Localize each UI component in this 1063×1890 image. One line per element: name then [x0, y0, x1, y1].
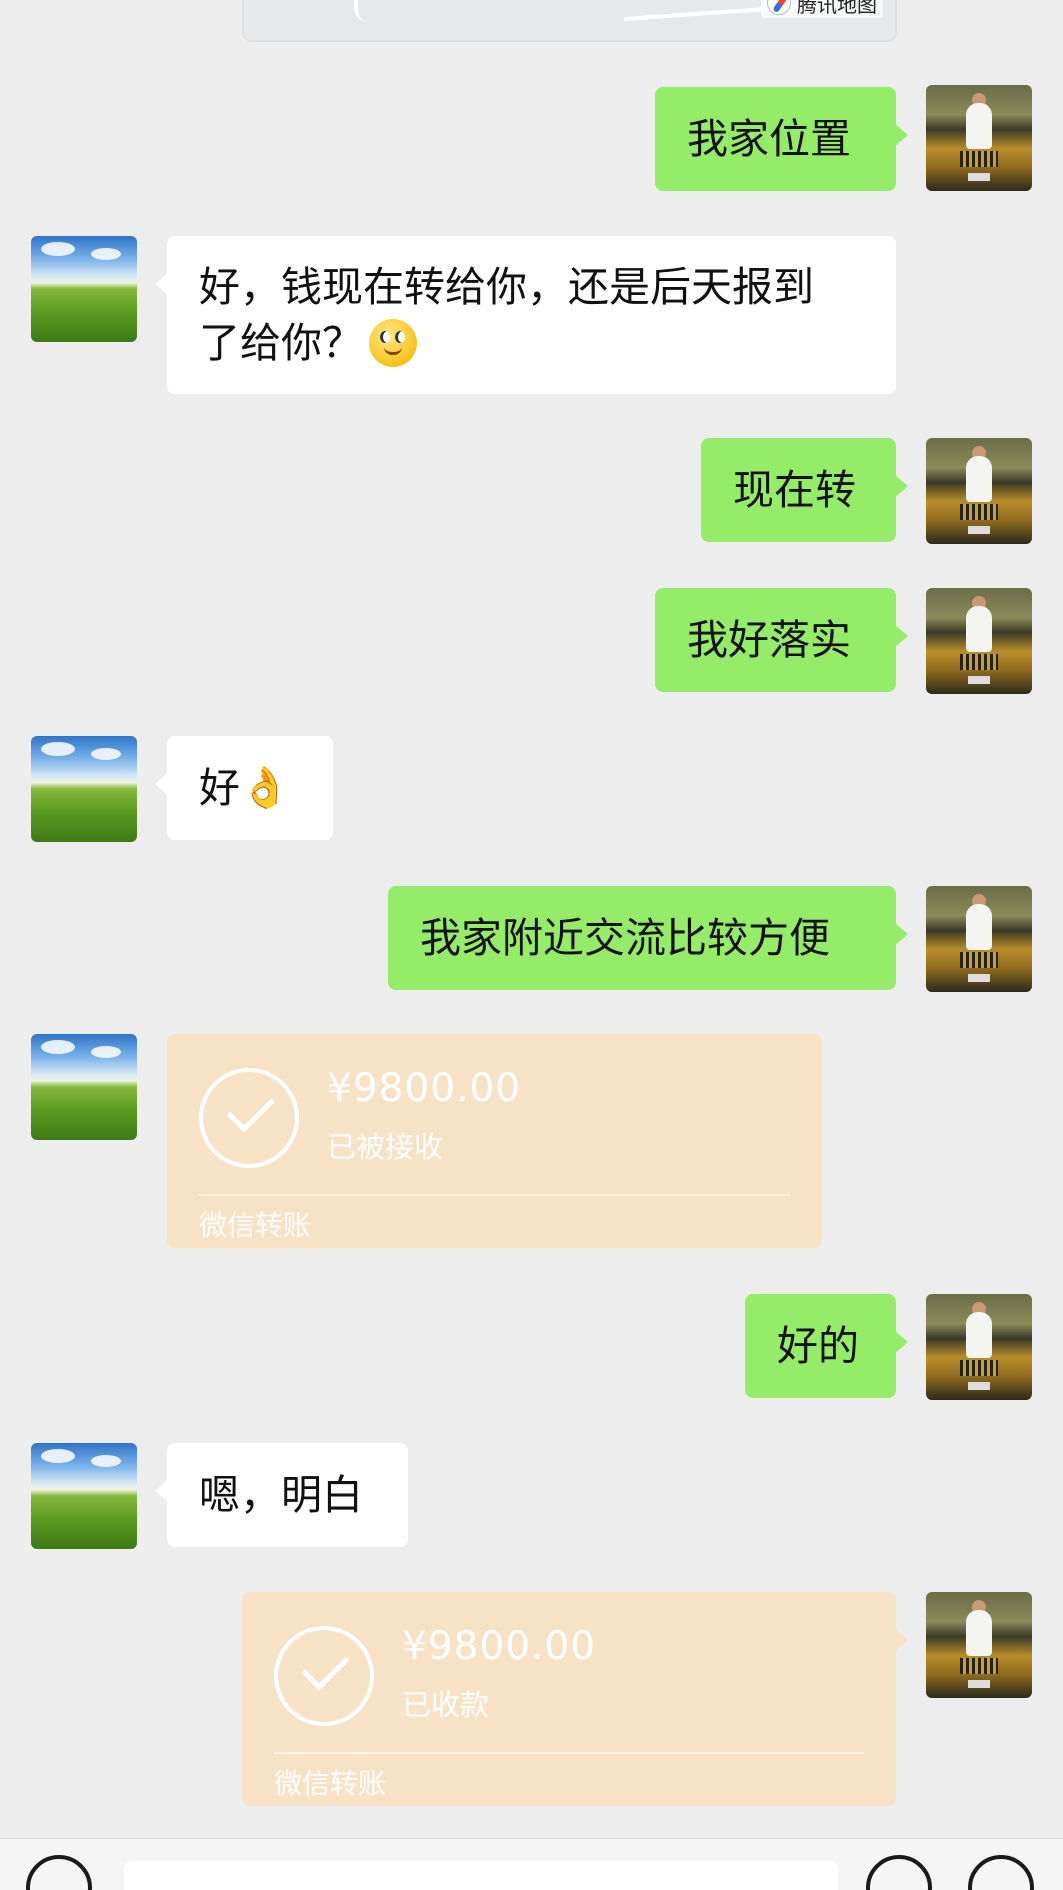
- compass-icon: [767, 0, 791, 15]
- transfer-status: 已收款: [402, 1688, 490, 1722]
- map-provider-logo: 腾讯地图: [761, 0, 883, 18]
- message-bubble-sent[interactable]: 好的: [745, 1294, 908, 1398]
- message-bubble-sent[interactable]: 现在转: [701, 438, 908, 542]
- location-map-card[interactable]: 腾讯地图: [242, 0, 897, 42]
- divider: [199, 1194, 790, 1196]
- message-bubble-received[interactable]: 好 👌: [155, 736, 333, 840]
- avatar-contact[interactable]: [31, 236, 137, 342]
- message-text: 好: [199, 764, 240, 812]
- message-bubble-received[interactable]: 嗯，明白: [155, 1443, 408, 1547]
- message-text-line2: 了给你？: [199, 319, 363, 367]
- ok-hand-emoji-icon: 👌: [240, 765, 290, 811]
- check-circle-icon: [199, 1068, 299, 1168]
- message-input[interactable]: [124, 1861, 838, 1890]
- message-text: 我家附近交流比较方便: [420, 914, 830, 962]
- message-text: 我家位置: [687, 115, 851, 163]
- map-provider-label: 腾讯地图: [797, 0, 877, 17]
- avatar-contact[interactable]: [31, 1443, 137, 1549]
- avatar-self[interactable]: [926, 588, 1032, 694]
- map-road: [354, 0, 368, 22]
- message-bubble-sent[interactable]: 我家附近交流比较方便: [388, 886, 908, 990]
- check-circle-icon: [274, 1626, 374, 1726]
- message-bubble-sent[interactable]: 我好落实: [655, 588, 908, 692]
- input-bar: [0, 1838, 1063, 1890]
- voice-input-icon[interactable]: [26, 1855, 92, 1890]
- emoji-picker-icon[interactable]: [866, 1855, 932, 1890]
- smile-emoji-icon: [369, 319, 417, 367]
- message-text: 好的: [777, 1322, 859, 1370]
- avatar-contact[interactable]: [31, 1034, 137, 1140]
- avatar-self[interactable]: [926, 1294, 1032, 1400]
- message-text-line1: 好，钱现在转给你，还是后天报到: [199, 263, 814, 311]
- transfer-card-received[interactable]: ¥9800.00 已被接收 微信转账: [167, 1034, 822, 1248]
- transfer-card-sent[interactable]: ¥9800.00 已收款 微信转账: [242, 1592, 908, 1806]
- avatar-contact[interactable]: [31, 736, 137, 842]
- more-actions-icon[interactable]: [968, 1855, 1034, 1890]
- message-text: 现在转: [733, 466, 856, 514]
- avatar-self[interactable]: [926, 886, 1032, 992]
- avatar-self[interactable]: [926, 85, 1032, 191]
- divider: [274, 1752, 864, 1754]
- avatar-self[interactable]: [926, 1592, 1032, 1698]
- transfer-label: 微信转账: [274, 1767, 387, 1800]
- message-text: 嗯，明白: [199, 1471, 363, 1519]
- message-bubble-received[interactable]: 好，钱现在转给你，还是后天报到 了给你？: [155, 236, 896, 394]
- message-text: 我好落实: [687, 616, 851, 664]
- transfer-amount: ¥9800.00: [402, 1624, 597, 1669]
- transfer-status: 已被接收: [327, 1130, 444, 1164]
- avatar-self[interactable]: [926, 438, 1032, 544]
- transfer-label: 微信转账: [199, 1209, 312, 1242]
- transfer-amount: ¥9800.00: [327, 1066, 522, 1111]
- message-bubble-sent[interactable]: 我家位置: [655, 87, 908, 191]
